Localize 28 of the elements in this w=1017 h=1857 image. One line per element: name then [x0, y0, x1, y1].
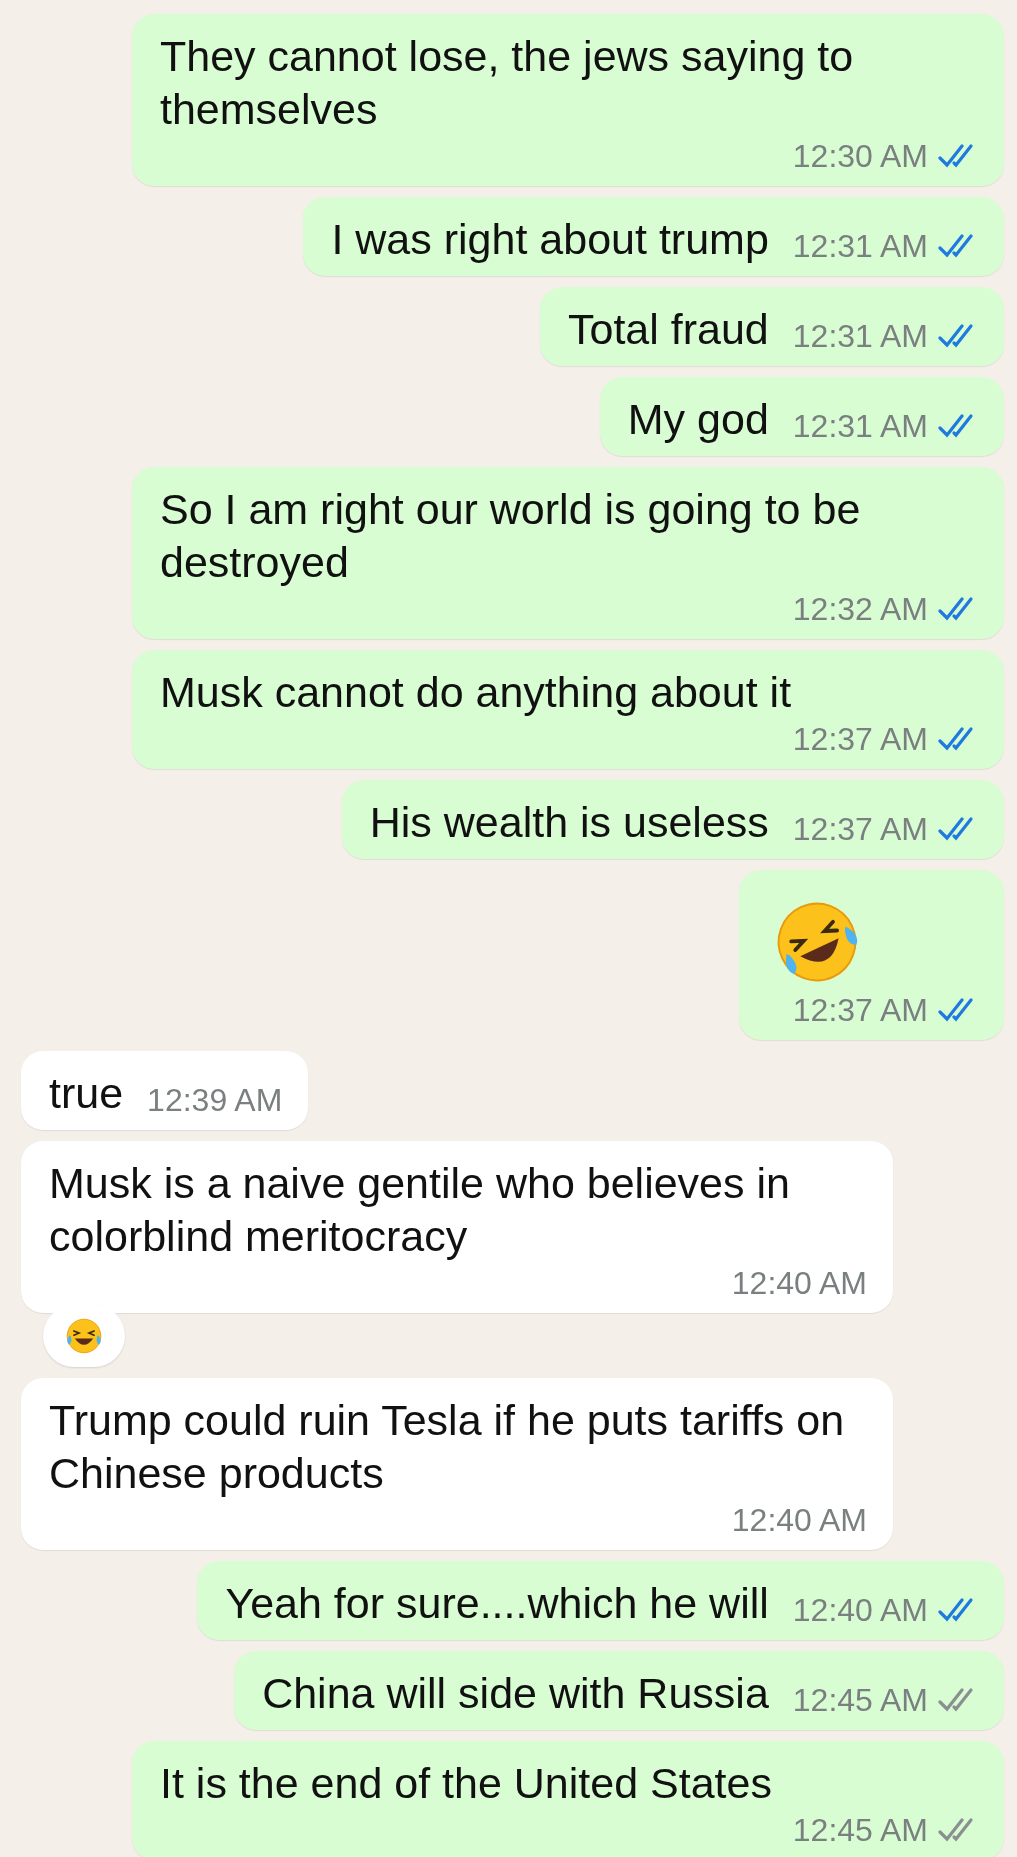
message-text: true [49, 1068, 124, 1119]
message-text: Musk cannot do anything about it [160, 667, 792, 718]
message-time: 12:45 AM [792, 1811, 928, 1850]
message-time: 12:30 AM [792, 137, 928, 176]
reaction-chip[interactable] [43, 1305, 125, 1367]
message-text: China will side with Russia [262, 1668, 769, 1719]
message-text: Yeah for sure....which he will [225, 1578, 769, 1629]
message-text: Trump could ruin Tesla if he puts tariffs on Chinese products [49, 1395, 846, 1499]
message-time: 12:40 AM [792, 1591, 928, 1630]
message-time: 12:31 AM [792, 317, 928, 356]
message-text: So I am right our world is going to be destroyed [160, 484, 862, 588]
message-time: 12:32 AM [792, 590, 928, 629]
message-text: Total fraud [568, 304, 769, 355]
message-time: 12:31 AM [792, 227, 928, 266]
message-text: His wealth is useless [369, 797, 769, 848]
message-time: 12:37 AM [792, 991, 928, 1030]
message-text: It is the end of the United States [160, 1758, 772, 1809]
message-time: 12:37 AM [792, 810, 928, 849]
message-time: 12:45 AM [792, 1681, 928, 1720]
message-time: 12:31 AM [792, 407, 928, 446]
message-text: I was right about trump [331, 214, 769, 265]
message-time: 12:37 AM [792, 720, 928, 759]
message-text: They cannot lose, the jews saying to themselves [160, 31, 855, 135]
message-text: My god [627, 394, 769, 445]
message-text: Musk is a naive gentile who believes in colorblind meritocracy [49, 1158, 791, 1262]
message-time: 12:40 AM [731, 1501, 867, 1540]
message-time: 12:39 AM [147, 1081, 283, 1120]
message-time: 12:40 AM [731, 1264, 867, 1303]
